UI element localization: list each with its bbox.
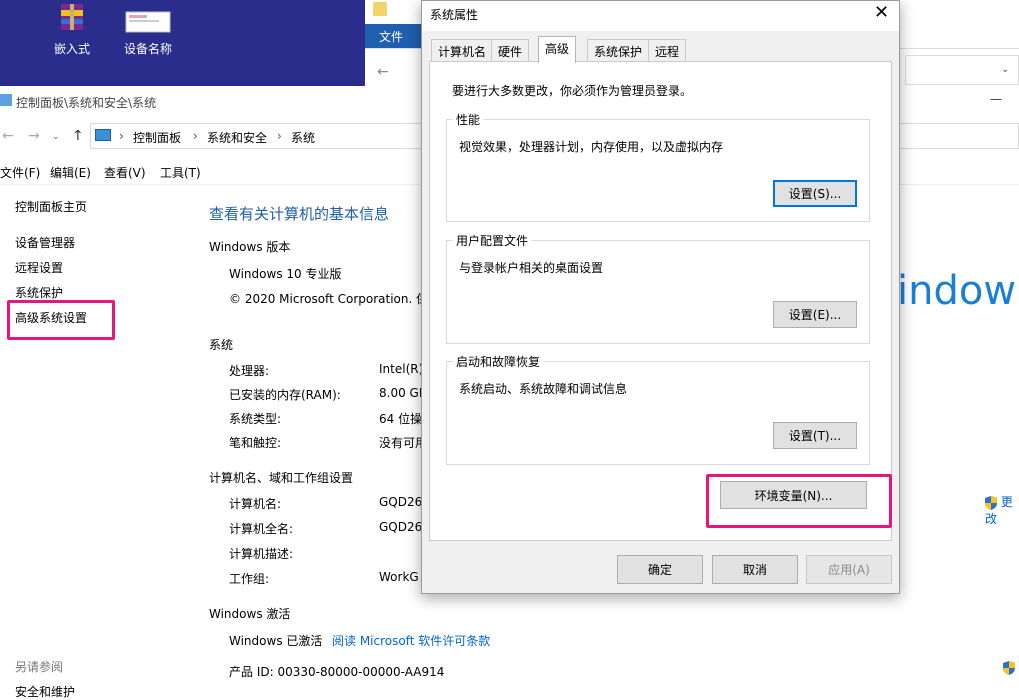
- license-terms-link[interactable]: 阅读 Microsoft 软件许可条款: [332, 632, 490, 649]
- menu-item-edit[interactable]: 编辑(E): [50, 164, 91, 181]
- system-row-label: 已安装的内存(RAM):: [229, 388, 341, 402]
- sidebar-item-device-manager[interactable]: 设备管理器: [15, 234, 75, 251]
- breadcrumb-separator-icon: ›: [277, 129, 282, 143]
- startup-recovery-group-title: 启动和故障恢复: [453, 353, 544, 370]
- desktop: 嵌入式 设备名称: [0, 0, 365, 86]
- computer-row-label: 计算机描述:: [229, 547, 294, 561]
- control-panel-icon: [95, 129, 111, 141]
- section-title-activation: Windows 激活: [209, 607, 291, 621]
- performance-group: 性能 视觉效果，处理器计划，内存使用，以及虚拟内存 设置(S)...: [446, 111, 870, 222]
- breadcrumb-item[interactable]: 系统和安全: [207, 129, 267, 146]
- tab-hardware[interactable]: 硬件: [491, 39, 530, 61]
- system-properties-dialog: 系统属性 ✕ 计算机名 硬件 高级 系统保护 远程 要进行大多数更改，你必须作为…: [421, 0, 900, 594]
- section-title-computer-name: 计算机名、域和工作组设置: [209, 471, 354, 485]
- close-icon[interactable]: ✕: [874, 2, 889, 23]
- breadcrumb-item[interactable]: 控制面板: [133, 129, 181, 146]
- breadcrumb-separator-icon: ›: [119, 129, 124, 143]
- system-row-value: 8.00 GE: [379, 386, 427, 400]
- user-profile-group-title: 用户配置文件: [453, 232, 532, 249]
- up-arrow-icon[interactable]: ↑: [72, 128, 84, 144]
- breadcrumb-separator-icon: ›: [193, 129, 198, 143]
- section-title-system: 系统: [209, 338, 234, 352]
- performance-group-title: 性能: [453, 111, 484, 128]
- window-title-path: 控制面板\系统和安全\系统: [16, 96, 157, 110]
- ribbon-file-tab[interactable]: 文件: [365, 24, 421, 48]
- back-arrow-icon[interactable]: ←: [377, 64, 389, 80]
- system-row-value: Intel(R): [379, 362, 424, 376]
- performance-settings-button[interactable]: 设置(S)...: [773, 180, 857, 207]
- back-arrow-icon[interactable]: ←: [2, 128, 14, 144]
- cancel-button[interactable]: 取消: [712, 555, 798, 584]
- tab-computer-name[interactable]: 计算机名: [431, 39, 494, 61]
- startup-recovery-group: 启动和故障恢复 系统启动、系统故障和调试信息 设置(T)...: [446, 353, 870, 465]
- system-row-label: 处理器:: [229, 364, 270, 378]
- desktop-icon-label: 嵌入式: [53, 42, 90, 56]
- computer-row-value: GQD26: [379, 520, 423, 534]
- windows-edition-value: Windows 10 专业版: [229, 267, 342, 281]
- admin-note: 要进行大多数更改，你必须作为管理员登录。: [452, 84, 693, 98]
- product-id: 产品 ID: 00330-80000-00000-AA914: [229, 665, 445, 679]
- breadcrumb-item[interactable]: 系统: [291, 129, 315, 146]
- menu-item-view[interactable]: 查看(V): [104, 164, 146, 181]
- computer-icon: [0, 94, 12, 106]
- performance-desc: 视觉效果，处理器计划，内存使用，以及虚拟内存: [459, 140, 724, 154]
- shield-icon: [985, 495, 997, 510]
- dialog-title: 系统属性: [430, 8, 479, 22]
- menu-item-tools[interactable]: 工具(T): [160, 164, 201, 181]
- computer-row-value: WorkG: [379, 570, 419, 584]
- computer-row-label: 计算机名:: [229, 497, 282, 511]
- startup-settings-button[interactable]: 设置(T)...: [773, 422, 857, 449]
- desktop-icon-embedded[interactable]: 嵌入式: [32, 2, 112, 57]
- system-row-value: 64 位操: [379, 412, 423, 426]
- computer-row-value: GQD26: [379, 495, 423, 509]
- activation-status: Windows 已激活: [229, 634, 323, 648]
- advanced-tab-panel: 要进行大多数更改，你必须作为管理员登录。 性能 视觉效果，处理器计划，内存使用，…: [429, 61, 892, 541]
- ok-button[interactable]: 确定: [617, 555, 703, 584]
- recent-chevron-icon[interactable]: ⌄: [52, 132, 60, 142]
- sidebar-item-remote-settings[interactable]: 远程设置: [15, 259, 63, 276]
- highlight-box-environment-variables: [706, 474, 892, 528]
- tab-remote[interactable]: 远程: [648, 39, 687, 61]
- windows-logo-text: indow: [897, 268, 1017, 314]
- user-profile-settings-button[interactable]: 设置(E)...: [773, 301, 857, 328]
- forward-arrow-icon[interactable]: →: [28, 128, 40, 144]
- winrar-archive-icon: [61, 4, 83, 30]
- startup-recovery-desc: 系统启动、系统故障和调试信息: [459, 382, 628, 396]
- desktop-icon-label: 设备名称: [123, 42, 172, 56]
- copyright-text: © 2020 Microsoft Corporation. 保: [229, 292, 429, 306]
- sidebar-home-link[interactable]: 控制面板主页: [15, 198, 87, 215]
- tab-system-protection[interactable]: 系统保护: [587, 39, 650, 61]
- menu-item-file[interactable]: 文件(F): [0, 164, 40, 181]
- sidebar-item-system-protection[interactable]: 系统保护: [15, 284, 63, 301]
- computer-row-label: 计算机全名:: [229, 522, 294, 536]
- folder-icon: [373, 2, 387, 16]
- user-profile-desc: 与登录帐户相关的桌面设置: [459, 261, 604, 275]
- system-row-label: 系统类型:: [229, 412, 282, 426]
- computer-row-label: 工作组:: [229, 572, 270, 586]
- desktop-icon-device-name[interactable]: 设备名称: [108, 2, 188, 57]
- shield-icon[interactable]: [1003, 661, 1015, 675]
- highlight-box-advanced-settings: [7, 300, 115, 340]
- page-title: 查看有关计算机的基本信息: [209, 205, 390, 223]
- section-title-windows-edition: Windows 版本: [209, 240, 291, 254]
- dialog-titlebar: 系统属性 ✕: [422, 1, 899, 31]
- change-settings-link[interactable]: 更改: [985, 493, 1019, 527]
- image-file-icon: [125, 11, 171, 33]
- user-profile-group: 用户配置文件 与登录帐户相关的桌面设置 设置(E)...: [446, 232, 870, 344]
- apply-button[interactable]: 应用(A): [806, 555, 892, 584]
- system-row-label: 笔和触控:: [229, 436, 282, 450]
- minimize-icon[interactable]: —: [990, 92, 1002, 106]
- chevron-down-icon[interactable]: ⌄: [1001, 64, 1009, 75]
- system-row-value: 没有可用: [379, 436, 428, 450]
- see-also-heading: 另请参阅: [15, 660, 64, 674]
- sidebar-item-security-maintenance[interactable]: 安全和维护: [15, 683, 75, 700]
- tab-advanced[interactable]: 高级: [538, 36, 577, 63]
